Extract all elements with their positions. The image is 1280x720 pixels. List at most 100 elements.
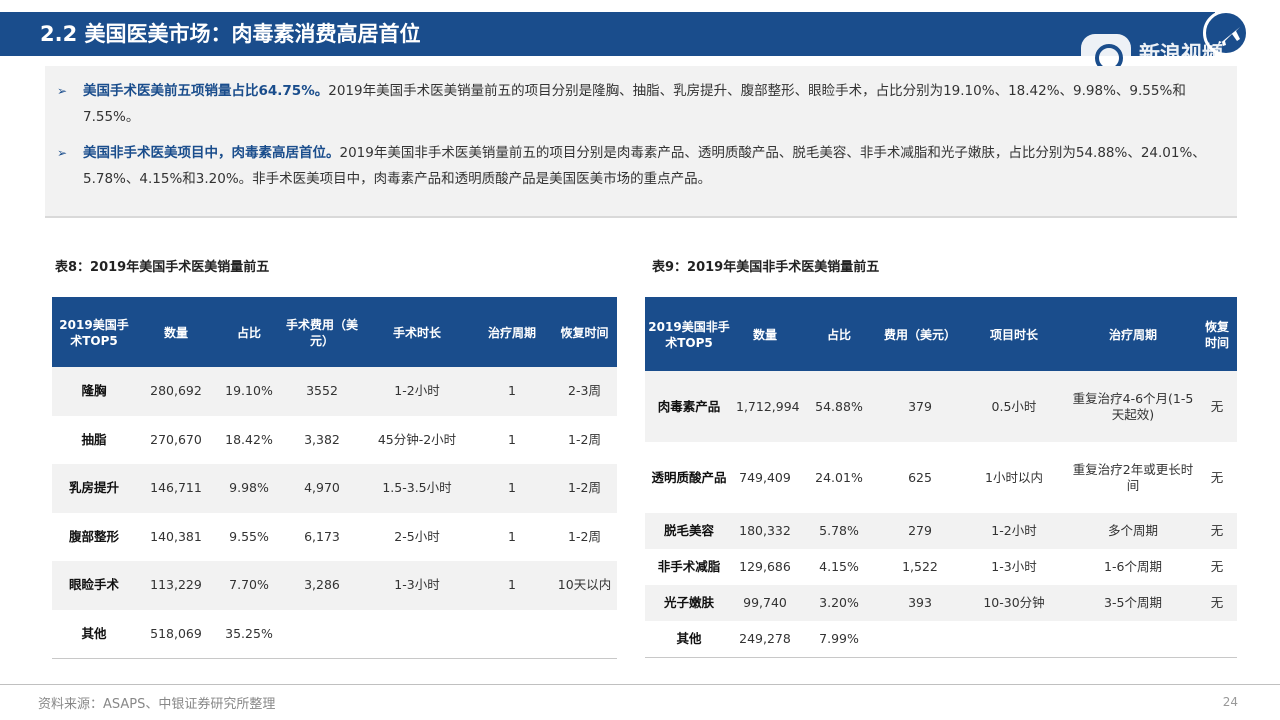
table-cell: 129,686 — [739, 559, 791, 574]
table-cell: 54.88% — [797, 371, 881, 442]
table-cell: 9.55% — [229, 528, 269, 544]
table-cell: 其他 — [52, 609, 136, 659]
table-cell: 抽脂 — [81, 431, 107, 447]
table-cell: 1-2周 — [568, 431, 601, 447]
table-cell: 113,229 — [136, 561, 216, 610]
table-cell: 1,712,994 — [733, 371, 800, 442]
table-cell: 5.78% — [797, 513, 881, 549]
table-cell: 3-5个周期 — [1069, 585, 1197, 621]
table-row: 其他 249,278 7.99% — [645, 621, 1237, 658]
table-cell: 无 — [1197, 371, 1237, 442]
table-cell: 脱毛美容 — [645, 513, 733, 549]
table-row: 非手术减脂 129,686 4.15% 1,522 1-3小时 1-6个周期 无 — [645, 549, 1237, 585]
column-header: 数量 — [136, 298, 216, 367]
bullet-arrow-icon: ➢ — [57, 84, 68, 98]
bullet-highlight: 美国非手术医美项目中，肉毒素高居首位。 — [83, 145, 340, 161]
table-cell: 重复治疗2年或更长时间 — [1072, 461, 1194, 493]
table-cell: 肉毒素产品 — [645, 371, 733, 442]
table-cell: 1-3小时 — [991, 559, 1037, 574]
table-cell: 1-3小时 — [362, 561, 472, 610]
column-header: 占比 — [216, 298, 282, 367]
table-cell: 1 — [472, 464, 552, 513]
table-cell: 19.10% — [216, 367, 282, 416]
table9-caption: 表9：2019年美国非手术医美销量前五 — [652, 260, 880, 275]
table-cell: 1-6个周期 — [1104, 559, 1162, 574]
table-row: 眼睑手术 113,229 7.70% 3,286 1-3小时 1 10天以内 — [52, 561, 617, 610]
table-cell: 270,670 — [150, 431, 202, 447]
table-header-row: 2019美国手术TOP5 数量 占比 手术费用（美元） 手术时长 治疗周期 恢复… — [52, 298, 617, 367]
table-cell: 24.01% — [815, 469, 863, 485]
summary-bullet: ➢ 美国非手术医美项目中，肉毒素高居首位。2019年美国非手术医美销量前五的项目分… — [57, 140, 1221, 192]
surgical-top5-table: 2019美国手术TOP5 数量 占比 手术费用（美元） 手术时长 治疗周期 恢复… — [52, 297, 617, 659]
table-row: 其他 518,069 35.25% — [52, 609, 617, 659]
table-cell: 无 — [1197, 585, 1237, 621]
table-cell: 280,692 — [136, 367, 216, 416]
table-cell: 10天以内 — [552, 561, 617, 610]
bullet-highlight: 美国手术医美前五项销量占比64.75%。 — [83, 83, 329, 99]
table-cell: 1.5-3.5小时 — [362, 464, 472, 513]
table-cell — [282, 609, 362, 659]
table-row: 乳房提升 146,711 9.98% 4,970 1.5-3.5小时 1 1-2… — [52, 464, 617, 513]
table-cell: 乳房提升 — [52, 464, 136, 513]
table-cell: 无 — [1210, 559, 1224, 574]
column-header: 占比 — [797, 298, 881, 371]
table-cell: 140,381 — [150, 528, 202, 544]
table-cell: 3,382 — [304, 431, 340, 447]
table-cell: 3.20% — [797, 585, 881, 621]
table-cell: 35.25% — [216, 609, 282, 659]
table-cell: 1-2周 — [568, 528, 601, 544]
table-cell: 4,970 — [282, 464, 362, 513]
table-cell: 眼睑手术 — [52, 561, 136, 610]
table-cell: 2-5小时 — [394, 528, 440, 544]
table-cell: 6,173 — [304, 528, 340, 544]
table-cell: 腹部整形 — [68, 528, 119, 544]
watermark-text: 新浪视频 — [1139, 42, 1223, 66]
table-row: 透明质酸产品 749,409 24.01% 625 1小时以内 重复治疗2年或更… — [645, 442, 1237, 513]
column-header: 2019美国手术TOP5 — [52, 298, 136, 367]
summary-panel: ➢ 美国手术医美前五项销量占比64.75%。2019年美国手术医美销量前五的项目分… — [45, 66, 1237, 218]
table-cell: 146,711 — [136, 464, 216, 513]
table-cell: 隆胸 — [52, 367, 136, 416]
table-cell: 1 — [472, 561, 552, 610]
table-cell: 透明质酸产品 — [651, 469, 727, 485]
table-cell — [1197, 621, 1237, 658]
table-cell: 其他 — [645, 621, 733, 658]
table-cell: 无 — [1210, 469, 1224, 485]
page-number: 24 — [1222, 695, 1238, 709]
column-header: 数量 — [733, 298, 797, 371]
column-header: 项目时长 — [959, 298, 1069, 371]
table-row: 脱毛美容 180,332 5.78% 279 1-2小时 多个周期 无 — [645, 513, 1237, 549]
table-cell: 99,740 — [733, 585, 797, 621]
table-cell: 1-2小时 — [959, 513, 1069, 549]
column-header: 治疗周期 — [1069, 298, 1197, 371]
footer-divider — [0, 684, 1280, 685]
slide-title: 2.2 美国医美市场：肉毒素消费高居首位 — [0, 12, 1215, 56]
table-cell: 非手术减脂 — [657, 559, 721, 574]
column-header: 治疗周期 — [472, 298, 552, 367]
summary-bullet: ➢ 美国手术医美前五项销量占比64.75%。2019年美国手术医美销量前五的项目分… — [57, 78, 1221, 130]
table8-caption: 表8：2019年美国手术医美销量前五 — [55, 260, 270, 275]
table-cell — [362, 609, 472, 659]
non-surgical-top5-table: 2019美国非手术TOP5 数量 占比 费用（美元） 项目时长 治疗周期 恢复时… — [645, 297, 1237, 658]
table-cell: 光子嫩肤 — [645, 585, 733, 621]
table-cell: 393 — [881, 585, 959, 621]
column-header: 手术费用（美元） — [282, 298, 362, 367]
table-cell: 多个周期 — [1069, 513, 1197, 549]
table-cell: 1-2小时 — [362, 367, 472, 416]
table-cell — [1069, 621, 1197, 658]
table-cell — [472, 609, 552, 659]
table-cell: 10-30分钟 — [959, 585, 1069, 621]
column-header: 恢复时间 — [552, 298, 617, 367]
table-row: 腹部整形 140,381 9.55% 6,173 2-5小时 1 1-2周 — [52, 513, 617, 562]
table-cell: 1 — [508, 528, 516, 544]
column-header: 2019美国非手术TOP5 — [645, 298, 733, 371]
table-cell: 45分钟-2小时 — [377, 431, 457, 447]
table-cell: 无 — [1197, 513, 1237, 549]
bullet-arrow-icon: ➢ — [57, 146, 68, 160]
table-cell — [552, 609, 617, 659]
table-cell: 1-2周 — [552, 464, 617, 513]
table-cell: 2-3周 — [552, 367, 617, 416]
table-cell: 249,278 — [733, 621, 797, 658]
table-header-row: 2019美国非手术TOP5 数量 占比 费用（美元） 项目时长 治疗周期 恢复时… — [645, 298, 1237, 371]
table-cell: 180,332 — [733, 513, 797, 549]
